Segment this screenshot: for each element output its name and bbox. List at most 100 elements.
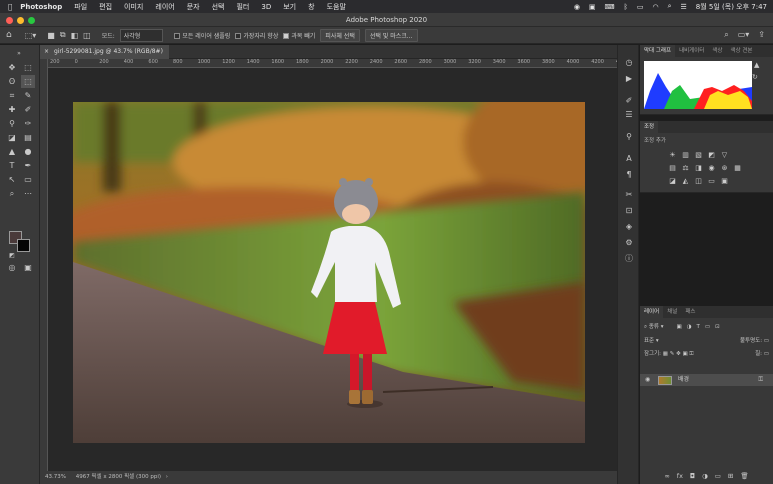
- brightness-contrast-icon[interactable]: ☀: [668, 151, 677, 160]
- levels-icon[interactable]: ▥: [681, 151, 690, 160]
- tab-channels[interactable]: 채널: [663, 306, 681, 318]
- tab-close-icon[interactable]: ×: [44, 48, 49, 55]
- menu-image[interactable]: 이미지: [124, 2, 143, 12]
- exposure-icon[interactable]: ◩: [707, 151, 716, 160]
- zoom-window-button[interactable]: [28, 17, 35, 24]
- menu-help[interactable]: 도움말: [327, 2, 346, 12]
- clone-stamp-tool-icon[interactable]: ⚲: [5, 117, 19, 130]
- tab-color[interactable]: 색상: [708, 45, 726, 57]
- blur-tool-icon[interactable]: ▲: [5, 145, 19, 158]
- menu-filter[interactable]: 필터: [236, 2, 249, 12]
- new-group-icon[interactable]: ▭: [715, 472, 721, 480]
- photo-filter-icon[interactable]: ◉: [707, 164, 716, 173]
- bluetooth-icon[interactable]: ᛒ: [624, 3, 628, 11]
- layer-kind-select[interactable]: ⌕ 종류 ▾: [644, 322, 663, 331]
- brush-tool-icon[interactable]: ✐: [21, 103, 35, 116]
- menu-edit[interactable]: 편집: [99, 2, 112, 12]
- blend-mode-select[interactable]: 표준 ▾: [644, 336, 659, 344]
- layer-name[interactable]: 배경: [678, 374, 689, 386]
- home-icon[interactable]: ⌂: [6, 30, 12, 40]
- menu-app-name[interactable]: Photoshop: [20, 3, 62, 11]
- vibrance-icon[interactable]: ▽: [720, 151, 729, 160]
- move-tool-icon[interactable]: ✥: [5, 61, 19, 74]
- keyboard-icon[interactable]: ⌨: [605, 3, 615, 11]
- layer-visibility-eye-icon[interactable]: ◉: [645, 374, 650, 386]
- pen-tool-icon[interactable]: ✒: [21, 159, 35, 172]
- history-brush-tool-icon[interactable]: ✑: [21, 117, 35, 130]
- status-arrow-icon[interactable]: ›: [166, 474, 168, 480]
- histogram-warning-icon[interactable]: ▲: [754, 61, 759, 69]
- brush-settings-icon[interactable]: ✐: [623, 95, 635, 107]
- tool-presets-icon[interactable]: ✂: [623, 189, 635, 201]
- intersect-selection-icon[interactable]: ◫: [83, 31, 91, 40]
- healing-brush-tool-icon[interactable]: ✚: [5, 103, 19, 116]
- glyphs-panel-icon[interactable]: ⊡: [623, 205, 635, 217]
- new-layer-icon[interactable]: ⊞: [728, 472, 733, 480]
- filter-shape-icon[interactable]: ▭: [705, 324, 710, 330]
- path-select-tool-icon[interactable]: ↖: [5, 173, 19, 186]
- artboard-tool-icon[interactable]: ⬚: [21, 61, 35, 74]
- zoom-level[interactable]: 43.73%: [45, 474, 66, 480]
- workspace-icon[interactable]: ▭▾: [738, 30, 750, 40]
- add-mask-icon[interactable]: ◘: [690, 472, 695, 480]
- object-select-tool-icon[interactable]: ⬚: [21, 75, 35, 88]
- selective-color-icon[interactable]: ▣: [720, 177, 729, 186]
- document-tab[interactable]: × girl-5299081.jpg @ 43.7% (RGB/8#): [40, 45, 169, 59]
- dodge-tool-icon[interactable]: ●: [21, 145, 35, 158]
- menu-file[interactable]: 파일: [74, 2, 87, 12]
- search-icon[interactable]: ⌕: [668, 2, 672, 11]
- tab-swatches[interactable]: 색상 견본: [727, 45, 757, 57]
- toolbar-collapse-icon[interactable]: »: [12, 47, 26, 60]
- wifi-icon[interactable]: ◠: [652, 3, 658, 11]
- menu-select[interactable]: 선택: [212, 2, 225, 12]
- opacity-field[interactable]: 불투명도: ▭: [740, 336, 769, 344]
- new-selection-icon[interactable]: ■: [47, 31, 55, 40]
- invert-icon[interactable]: ◪: [668, 177, 677, 186]
- screen-mode-icon[interactable]: ▣: [21, 261, 35, 274]
- character-panel-icon[interactable]: A: [623, 153, 635, 165]
- actions-panel-icon[interactable]: ▶: [623, 73, 635, 85]
- close-window-button[interactable]: [6, 17, 13, 24]
- search-icon[interactable]: ⌕: [724, 30, 728, 40]
- threshold-icon[interactable]: ◫: [694, 177, 703, 186]
- filter-adjustment-icon[interactable]: ◑: [687, 324, 692, 330]
- tab-navigator[interactable]: 내비게이터: [675, 45, 708, 57]
- filter-smart-icon[interactable]: ⊡: [715, 324, 720, 330]
- vertical-ruler[interactable]: [40, 59, 48, 471]
- layer-row-background[interactable]: ◉ 배경 ⚿: [640, 374, 773, 386]
- quick-mask-icon[interactable]: ◎: [5, 261, 19, 274]
- clone-source-icon[interactable]: ⚲: [623, 131, 635, 143]
- apple-menu-icon[interactable]: : [8, 3, 12, 11]
- paragraph-panel-icon[interactable]: ¶: [623, 169, 635, 181]
- tab-layers[interactable]: 레이어: [640, 306, 664, 318]
- document-image[interactable]: [73, 102, 585, 443]
- filter-type-icon[interactable]: T: [697, 324, 700, 330]
- tab-paths[interactable]: 패스: [681, 306, 699, 318]
- eyedropper-tool-icon[interactable]: ✎: [21, 89, 35, 102]
- tool-preset-icon[interactable]: ⬚▾: [25, 31, 37, 40]
- gradient-map-icon[interactable]: ▭: [707, 177, 716, 186]
- menubar-clock[interactable]: 8월 5일 (목) 오후 7:47: [696, 2, 767, 12]
- layer-style-icon[interactable]: fx: [677, 472, 683, 480]
- type-tool-icon[interactable]: T: [5, 159, 19, 172]
- histogram-refresh-icon[interactable]: ↻: [752, 73, 758, 81]
- horizontal-ruler[interactable]: 200 0 200 400 600 800 1000 1200 1400 1600 1800 2000…: [48, 59, 636, 68]
- select-subject-button[interactable]: 피사체 선택: [320, 28, 360, 42]
- properties-panel-icon[interactable]: ⚙: [623, 237, 635, 249]
- select-and-mask-button[interactable]: 선택 및 마스크...: [364, 28, 418, 42]
- menu-3d[interactable]: 3D: [261, 3, 271, 11]
- menu-window[interactable]: 창: [308, 2, 314, 12]
- new-adjustment-layer-icon[interactable]: ◑: [702, 472, 708, 480]
- subtract-selection-icon[interactable]: ◧: [71, 31, 79, 40]
- brushes-panel-icon[interactable]: ☰: [623, 109, 635, 121]
- control-center-icon[interactable]: ☰: [681, 3, 687, 11]
- color-balance-icon[interactable]: ⚖: [681, 164, 690, 173]
- canvas-area[interactable]: [48, 68, 636, 471]
- history-panel-icon[interactable]: ◷: [623, 57, 635, 69]
- menu-view[interactable]: 보기: [283, 2, 296, 12]
- share-icon[interactable]: ⇪: [758, 30, 765, 40]
- color-lookup-icon[interactable]: ▦: [733, 164, 742, 173]
- add-selection-icon[interactable]: ⧉: [60, 30, 66, 40]
- rectangle-tool-icon[interactable]: ▭: [21, 173, 35, 186]
- mode-select[interactable]: 사각형: [119, 28, 164, 42]
